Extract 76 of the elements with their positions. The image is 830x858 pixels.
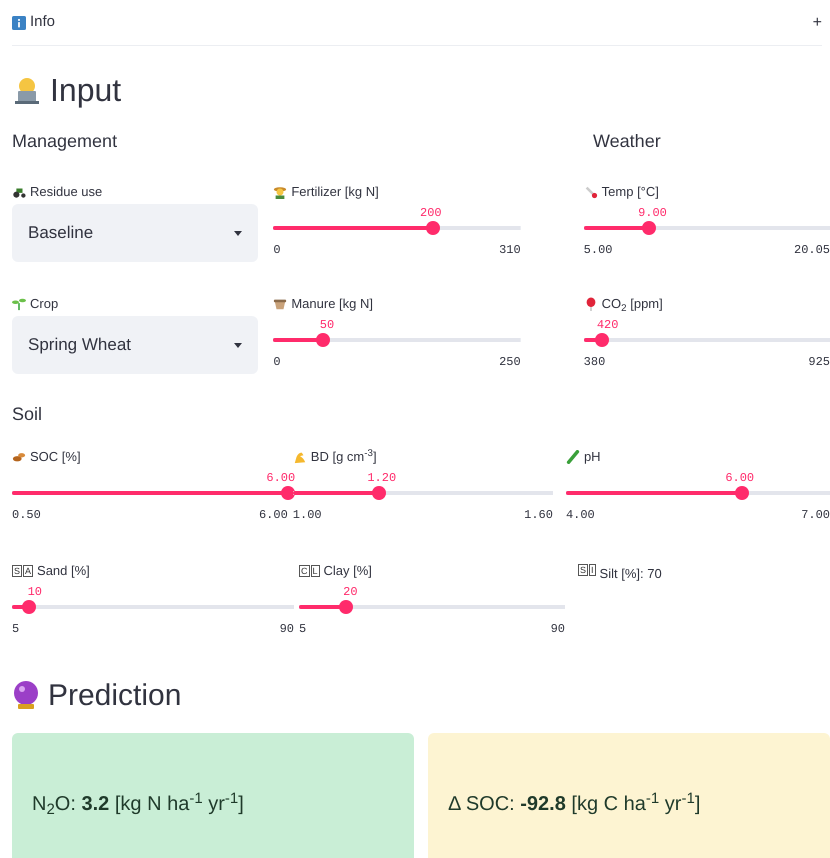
slider-label: CO$_{2}$ [ppm] [602, 295, 663, 314]
slider-label: Fertilizer [kg N] [291, 183, 379, 202]
slider-value: 1.20 [367, 470, 396, 487]
slider-label: BD [g cm$^{-3}$] [310, 447, 377, 466]
select-label: Residue use [30, 183, 102, 202]
letter-badge: C [299, 565, 310, 577]
letter-badge: L [310, 565, 320, 577]
slider-thumb[interactable] [372, 486, 386, 500]
slider-thumb[interactable] [735, 486, 750, 500]
seedling-icon [12, 297, 26, 311]
letter-badge: A [23, 565, 34, 577]
subheading: Weather [593, 130, 661, 152]
slider-value: 20 [343, 584, 358, 601]
slider-value: 6.00 [266, 470, 296, 487]
slider-max: 1.60 [524, 507, 553, 524]
dropdown[interactable]: Spring Wheat [12, 316, 258, 374]
caret-icon [234, 342, 242, 348]
result-text: Δ SOC: -92.8 [kg C ha$^{-1}$ yr$^{-1}$] [448, 793, 700, 815]
letter-badge: I [589, 564, 596, 576]
slider-label: Sand [%] [37, 562, 90, 580]
leaf-icon [12, 450, 26, 464]
thermometer-icon [584, 185, 598, 199]
slider-max: 90 [280, 621, 294, 638]
letter-badge: S [12, 565, 22, 577]
section-heading: Prediction [48, 678, 182, 714]
slider-min: 5 [299, 621, 306, 638]
slider-value: 6.00 [725, 470, 754, 487]
caret-icon [234, 230, 242, 236]
slider-label: SOC [%] [30, 448, 81, 466]
pot-icon [273, 297, 288, 311]
slider-thumb[interactable] [22, 600, 36, 614]
slider-label: Temp [°C] [602, 183, 659, 202]
subheading: Management [12, 130, 118, 153]
slider-thumb[interactable] [316, 333, 330, 347]
slider-min: 0 [273, 242, 281, 259]
slider-min: 1.00 [292, 507, 322, 524]
slider-min: 5 [12, 621, 20, 638]
slider-thumb[interactable] [426, 221, 440, 235]
slider-max: 20.05 [794, 242, 830, 259]
slider-value: 9.00 [638, 205, 667, 222]
slider-label: pH [584, 448, 601, 466]
silt-readout: Silt [%]: 70 [600, 565, 662, 583]
slider-min: 380 [584, 354, 606, 371]
farmer-icon [273, 185, 288, 199]
subheading: Soil [12, 402, 42, 426]
slider-thumb[interactable] [280, 486, 295, 500]
slider-max: 925 [808, 354, 830, 371]
slider-max: 250 [499, 354, 521, 371]
slider-thumb[interactable] [594, 333, 609, 347]
slider-min: 4.00 [566, 507, 595, 524]
slider-max: 310 [499, 242, 521, 259]
slider-value: 10 [28, 584, 42, 601]
slider-value: 200 [420, 205, 442, 222]
info-icon [12, 16, 26, 30]
section-heading: Input [50, 71, 122, 110]
slider-thumb[interactable] [642, 221, 656, 235]
slider-min: 5.00 [584, 242, 612, 259]
slider-max: 7.00 [801, 507, 830, 524]
slider-min: 0.50 [12, 507, 41, 524]
dropdown[interactable]: Baseline [12, 204, 258, 262]
balloon-icon [584, 297, 598, 311]
slider-value: 50 [320, 317, 334, 334]
slider-max: 90 [550, 621, 565, 638]
pickle-icon [566, 450, 580, 464]
slider-label: Manure [kg N] [291, 295, 373, 314]
expand-toggle[interactable]: + [812, 10, 822, 34]
result-text: N$_{2}$O: 3.2 [kg N ha$^{-1}$ yr$^{-1}$] [32, 793, 244, 815]
slider-value: 420 [596, 317, 618, 334]
select-label: Crop [30, 295, 58, 314]
slider-label: Clay [%] [324, 562, 372, 580]
slider-min: 0 [273, 354, 281, 371]
letter-badge: S [578, 564, 588, 576]
slider-thumb[interactable] [338, 600, 353, 614]
slider-max: 6.00 [258, 507, 288, 524]
expander-title[interactable]: Info [30, 11, 56, 34]
crystal-ball-icon [12, 680, 40, 710]
